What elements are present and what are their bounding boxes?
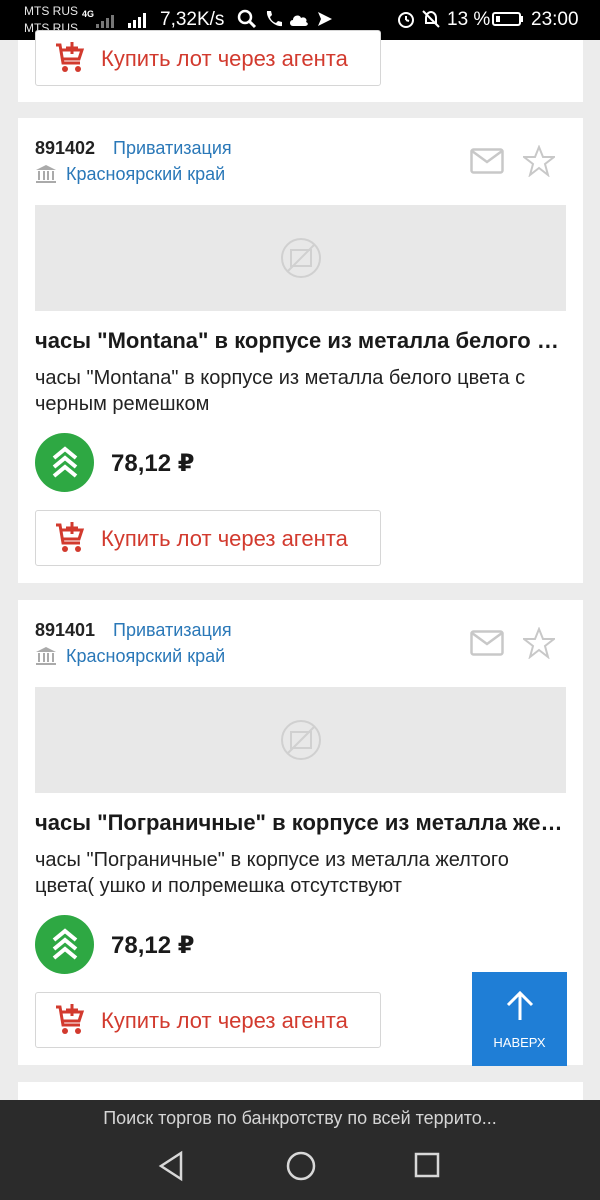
star-icon[interactable] <box>523 627 555 659</box>
star-icon[interactable] <box>523 145 555 177</box>
buy-via-agent-button[interactable]: Купить лот через агента <box>35 510 381 566</box>
location-off-icon <box>314 8 336 30</box>
clock: 23:00 <box>531 9 579 30</box>
carrier-label-1: MTS RUS <box>24 4 78 18</box>
page-caption: Поиск торгов по банкротству по всей терр… <box>103 1108 497 1128</box>
lot-number: 891402 <box>35 138 96 158</box>
lot-region-link[interactable]: Красноярский край <box>66 164 225 185</box>
lot-title[interactable]: часы "Montana" в корпусе из металла бело… <box>35 328 570 354</box>
lot-description: часы "Пограничные" в корпусе из металла … <box>35 849 509 897</box>
network-type: 4G <box>82 9 95 19</box>
lot-type-link[interactable]: Приватизация <box>113 620 232 641</box>
add-to-cart-icon <box>56 522 85 552</box>
alarm-icon <box>395 8 417 30</box>
buy-button-label: Купить лот через агента <box>101 526 348 551</box>
signal-icon-1 <box>96 12 114 28</box>
lot-title[interactable]: часы "Пограничные" в корпусе из металла … <box>35 810 570 836</box>
phone-icon <box>262 8 284 30</box>
arrow-up-icon <box>506 990 534 1020</box>
cloud-icon <box>288 8 310 30</box>
buy-button-label: Купить лот через агента <box>101 46 348 71</box>
network-speed: 7,32K/s <box>160 9 225 30</box>
lot-card[interactable]: 891402 Приватизация Красноярский край ча… <box>18 118 583 583</box>
back-icon[interactable] <box>157 1150 185 1182</box>
lot-price: 78,12 ₽ <box>111 450 195 477</box>
battery-icon <box>492 8 524 30</box>
navigation-bar: Поиск торгов по банкротству по всей терр… <box>0 1100 600 1200</box>
buy-via-agent-button[interactable]: Купить лот через агента <box>35 992 381 1048</box>
lot-type-link[interactable]: Приватизация <box>113 138 232 159</box>
mail-icon[interactable] <box>470 630 504 656</box>
government-building-icon <box>36 647 56 665</box>
mail-icon[interactable] <box>470 148 504 174</box>
no-image-icon <box>280 720 321 760</box>
lot-number: 891401 <box>35 620 96 640</box>
add-to-cart-icon <box>56 42 85 72</box>
notifications-off-icon <box>420 8 442 30</box>
home-icon[interactable] <box>285 1150 317 1182</box>
add-to-cart-icon <box>56 1004 85 1034</box>
recent-apps-icon[interactable] <box>413 1150 441 1182</box>
search-icon <box>236 8 258 30</box>
price-trend-icon <box>35 433 94 492</box>
lot-card-partial: Купить лот через агента <box>18 30 583 102</box>
scroll-to-top-button[interactable]: НАВЕРХ <box>472 972 567 1066</box>
scroll-to-top-label: НАВЕРХ <box>493 1035 546 1050</box>
buy-via-agent-button[interactable]: Купить лот через агента <box>35 30 381 86</box>
signal-icon-2 <box>128 12 146 28</box>
lot-card-partial <box>18 1082 583 1100</box>
lot-region-link[interactable]: Красноярский край <box>66 646 225 667</box>
battery-percent: 13 % <box>447 9 491 30</box>
buy-button-label: Купить лот через агента <box>101 1008 348 1033</box>
government-building-icon <box>36 165 56 183</box>
price-trend-icon <box>35 915 94 974</box>
lot-image-placeholder <box>35 687 566 793</box>
lot-description: часы "Montana" в корпусе из металла бело… <box>35 367 526 415</box>
lot-image-placeholder <box>35 205 566 311</box>
no-image-icon <box>280 238 321 278</box>
lot-price: 78,12 ₽ <box>111 932 195 959</box>
